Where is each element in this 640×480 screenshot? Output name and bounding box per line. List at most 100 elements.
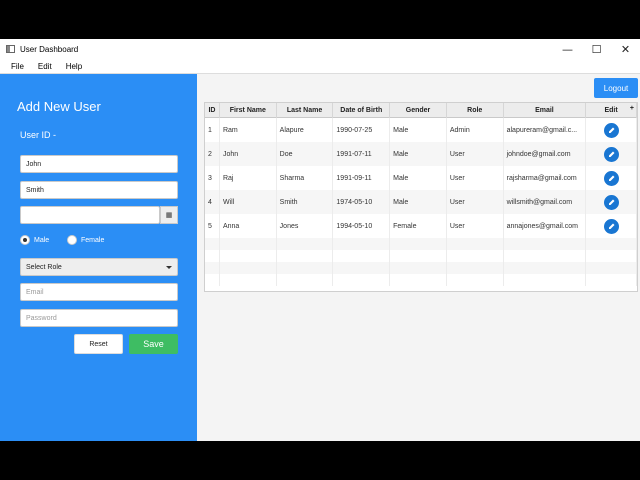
first-name-field[interactable]: John — [20, 155, 178, 173]
cell-role: User — [447, 190, 504, 214]
table-row[interactable]: 5 Anna Jones 1994-05-10 Female User annajones@… — [205, 214, 637, 238]
cell-edit — [586, 142, 637, 166]
column-menu-icon[interactable]: + — [630, 105, 634, 112]
users-table: ID First Name Last Name Date of Birth Ge… — [204, 102, 638, 292]
menu-file[interactable]: File — [11, 62, 24, 71]
cell-last-name: Jones — [277, 214, 334, 238]
cell-last-name: Sharma — [277, 166, 334, 190]
cell-email: annajones@gmail.com — [504, 214, 587, 238]
cell-date-of-birth: 1974-05-10 — [333, 190, 391, 214]
cell-date-of-birth: 1991-09-11 — [333, 166, 391, 190]
edit-pencil-icon[interactable] — [604, 146, 620, 162]
role-select-value: Select Role — [26, 263, 62, 271]
table-row[interactable]: 1 Ram Alapure 1990-07-25 Male Admin alapureram… — [205, 118, 637, 142]
cell-id: 3 — [205, 166, 220, 190]
radio-male-icon[interactable] — [20, 235, 30, 245]
header-id[interactable]: ID — [205, 103, 220, 118]
empty-cell — [447, 238, 504, 250]
table-body: 1 Ram Alapure 1990-07-25 Male Admin alapureram… — [205, 118, 637, 286]
date-of-birth-field[interactable] — [20, 206, 160, 224]
password-field[interactable]: Password — [20, 309, 178, 327]
cell-last-name: Doe — [277, 142, 334, 166]
main-content: Add New User User ID - John Smith ▦ Male… — [0, 74, 640, 441]
header-edit[interactable]: Edit + — [586, 103, 637, 118]
cell-gender: Male — [390, 190, 447, 214]
last-name-field[interactable]: Smith — [20, 181, 178, 199]
empty-cell — [504, 250, 587, 262]
cell-id: 5 — [205, 214, 220, 238]
calendar-icon[interactable]: ▦ — [160, 206, 178, 224]
edit-pencil-icon[interactable] — [604, 218, 620, 234]
table-header: ID First Name Last Name Date of Birth Ge… — [205, 103, 637, 118]
empty-cell — [447, 262, 504, 274]
cell-gender: Female — [390, 214, 447, 238]
empty-cell — [447, 250, 504, 262]
cell-first-name: Will — [220, 190, 277, 214]
empty-row — [205, 274, 637, 286]
add-user-panel: Add New User User ID - John Smith ▦ Male… — [0, 74, 197, 441]
edit-pencil-icon[interactable] — [604, 122, 620, 138]
cell-email: rajsharma@gmail.com — [504, 166, 587, 190]
empty-cell — [504, 262, 587, 274]
empty-cell — [390, 262, 447, 274]
table-row[interactable]: 4 Will Smith 1974-05-10 Male User willsmith@gm… — [205, 190, 637, 214]
empty-cell — [504, 238, 587, 250]
header-role[interactable]: Role — [447, 103, 504, 118]
save-button[interactable]: Save — [129, 334, 178, 354]
cell-role: Admin — [447, 118, 504, 142]
email-field[interactable]: Email — [20, 283, 178, 301]
window-controls: — ☐ ✕ — [553, 39, 640, 59]
empty-cell — [447, 274, 504, 286]
cell-edit — [586, 166, 637, 190]
menu-edit[interactable]: Edit — [38, 62, 52, 71]
role-select[interactable]: Select Role — [20, 258, 178, 276]
empty-cell — [586, 238, 637, 250]
panel-title: Add New User — [17, 99, 101, 114]
header-email[interactable]: Email — [504, 103, 587, 118]
gender-radio-male[interactable]: Male — [20, 235, 49, 245]
maximize-button[interactable]: ☐ — [582, 39, 611, 59]
empty-cell — [277, 238, 334, 250]
empty-cell — [333, 250, 391, 262]
edit-pencil-icon[interactable] — [604, 170, 620, 186]
cell-edit — [586, 190, 637, 214]
user-id-label: User ID - — [20, 130, 56, 140]
app-window: User Dashboard — ☐ ✕ File Edit Help Add … — [0, 39, 640, 441]
cell-first-name: John — [220, 142, 277, 166]
logout-button[interactable]: Logout — [594, 78, 638, 98]
cell-first-name: Ram — [220, 118, 277, 142]
empty-cell — [390, 274, 447, 286]
cell-role: User — [447, 214, 504, 238]
chevron-down-icon — [166, 266, 172, 269]
table-row[interactable]: 3 Raj Sharma 1991-09-11 Male User rajsharma@gm… — [205, 166, 637, 190]
reset-button[interactable]: Reset — [74, 334, 123, 354]
header-date-of-birth[interactable]: Date of Birth — [333, 103, 391, 118]
empty-cell — [277, 262, 334, 274]
empty-cell — [205, 250, 220, 262]
empty-cell — [220, 262, 277, 274]
empty-cell — [586, 274, 637, 286]
empty-cell — [220, 250, 277, 262]
empty-row — [205, 262, 637, 274]
radio-female-icon[interactable] — [67, 235, 77, 245]
header-edit-label: Edit — [604, 107, 618, 114]
edit-pencil-icon[interactable] — [604, 194, 620, 210]
menu-help[interactable]: Help — [66, 62, 82, 71]
cell-id: 1 — [205, 118, 220, 142]
header-first-name[interactable]: First Name — [220, 103, 277, 118]
gender-radio-female[interactable]: Female — [67, 235, 104, 245]
close-button[interactable]: ✕ — [611, 39, 640, 59]
empty-cell — [333, 262, 391, 274]
window-title: User Dashboard — [20, 44, 79, 54]
table-row[interactable]: 2 John Doe 1991-07-11 Male User johndoe@gmail.… — [205, 142, 637, 166]
empty-cell — [205, 262, 220, 274]
title-bar: User Dashboard — ☐ ✕ — [0, 39, 640, 59]
empty-cell — [205, 238, 220, 250]
cell-date-of-birth: 1994-05-10 — [333, 214, 391, 238]
header-last-name[interactable]: Last Name — [277, 103, 334, 118]
empty-cell — [586, 262, 637, 274]
header-gender[interactable]: Gender — [390, 103, 447, 118]
minimize-button[interactable]: — — [553, 39, 582, 59]
radio-female-label: Female — [81, 236, 105, 244]
empty-cell — [333, 238, 391, 250]
